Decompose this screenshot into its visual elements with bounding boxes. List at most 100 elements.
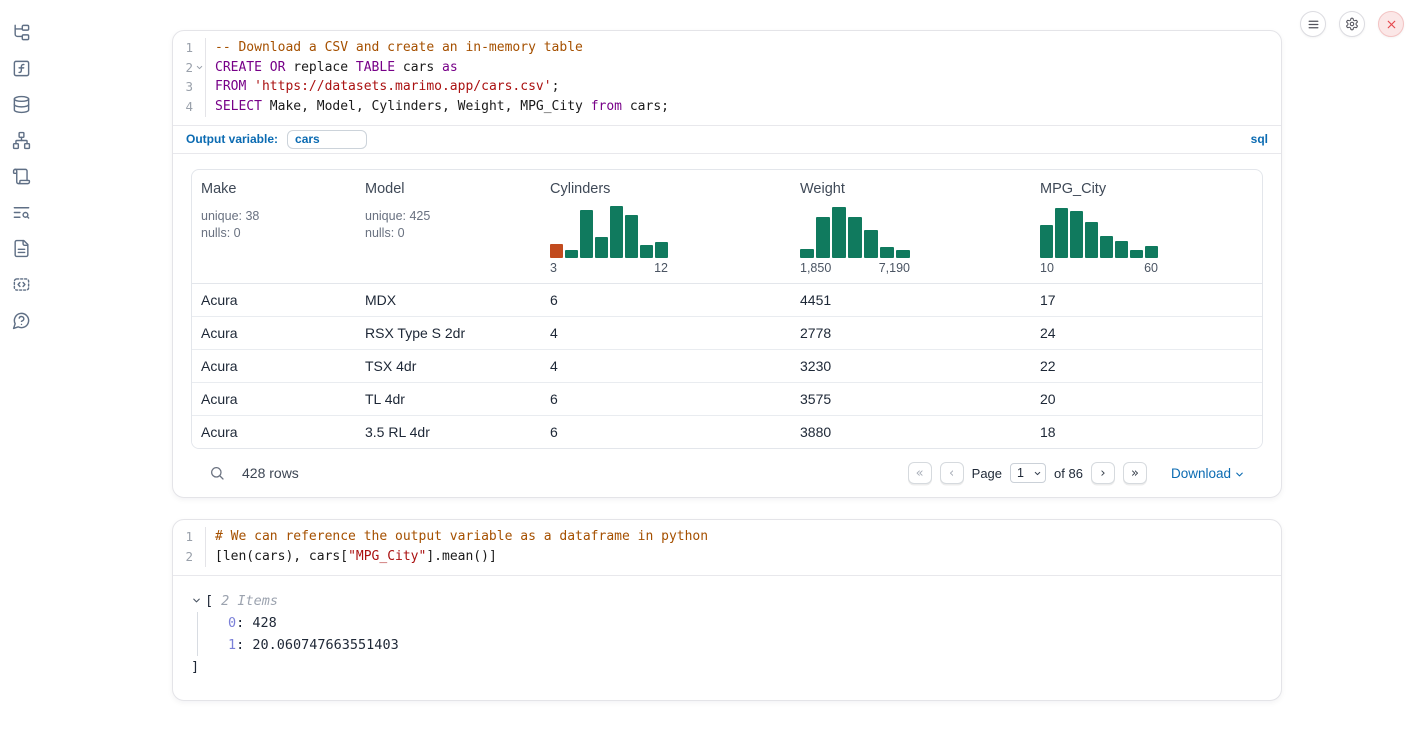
tree-entry-key: 1 [228,637,236,653]
download-button[interactable]: Download [1171,466,1245,481]
histogram-bar [1100,236,1113,258]
previous-page-button[interactable]: ‹ [940,462,964,484]
histogram-bar [610,206,623,258]
line-number-gutter: 1 [173,527,206,547]
table-row[interactable]: Acura3.5 RL 4dr6388018 [192,415,1262,448]
table-cell: Acura [192,382,356,415]
histogram-bar [565,250,578,258]
histogram-bar [800,249,814,258]
download-label: Download [1171,466,1231,481]
fold-chevron-icon[interactable] [193,63,205,72]
data-table-card: Make unique: 38nulls: 0Modelunique: 425nu… [191,169,1263,450]
tree-entry-value: : 428 [236,615,277,631]
table-cell: Acura [192,349,356,382]
settings-button[interactable] [1339,11,1365,37]
next-page-button[interactable]: › [1091,462,1115,484]
output-variable-bar: Output variable: sql [173,125,1281,154]
histogram-bar [880,247,894,258]
scroll-icon[interactable] [11,166,31,186]
code-line: 2[len(cars), cars["MPG_City"].mean()] [173,547,1281,567]
table-cell: 17 [1031,283,1262,316]
table-row[interactable]: AcuraTL 4dr6357520 [192,382,1262,415]
search-button[interactable] [209,465,225,481]
table-output: Make unique: 38nulls: 0Modelunique: 425nu… [173,154,1281,498]
column-header[interactable]: Make unique: 38nulls: 0 [192,170,356,284]
output-variable-label: Output variable: [186,132,278,146]
table-cell: TL 4dr [356,382,541,415]
python-cell: 1# We can reference the output variable … [172,519,1282,700]
line-number-gutter: 2 [173,547,206,567]
histogram-axis: 1060 [1040,261,1158,275]
column-header[interactable]: Cylinders 312 [541,170,791,284]
histogram-bar [550,244,563,258]
histogram-bar [640,245,653,258]
chevron-down-icon [1234,469,1245,480]
table-cell: 3230 [791,349,1031,382]
table-cell: 24 [1031,316,1262,349]
histogram-bar [580,210,593,258]
table-cell: 3.5 RL 4dr [356,415,541,448]
histogram-bar [864,230,878,258]
tree-entry-value: : 20.060747663551403 [236,637,399,653]
menu-button[interactable] [1300,11,1326,37]
table-cell: RSX Type S 2dr [356,316,541,349]
histogram-bar [1055,208,1068,258]
table-cell: 6 [541,415,791,448]
histogram-bar [1115,241,1128,258]
tree-body: 0: 4281: 20.060747663551403 [197,612,1263,656]
table-row[interactable]: AcuraMDX6445117 [192,283,1262,316]
network-icon[interactable] [11,130,31,150]
column-stats: unique: 38nulls: 0 [201,208,348,242]
table-cell: 6 [541,283,791,316]
text-search-icon[interactable] [11,202,31,222]
table-cell: 3575 [791,382,1031,415]
table-cell: MDX [356,283,541,316]
row-count: 428 rows [242,465,299,481]
histogram-bar [595,237,608,258]
page-label: Page [972,466,1002,481]
page-select[interactable]: 1 [1010,463,1046,483]
function-square-icon[interactable] [11,58,31,78]
histogram-bar [1085,222,1098,258]
search-icon [209,465,225,481]
line-number-gutter: 2 [173,58,206,78]
line-number-gutter: 4 [173,97,206,117]
code-line: 2CREATE OR replace TABLE cars as [173,58,1281,78]
output-variable-input[interactable] [287,130,367,149]
table-cell: 4 [541,316,791,349]
column-header[interactable]: Weight1,8507,190 [791,170,1031,284]
code-line: 1# We can reference the output variable … [173,527,1281,547]
table-row[interactable]: AcuraTSX 4dr4323022 [192,349,1262,382]
table-row[interactable]: AcuraRSX Type S 2dr4277824 [192,316,1262,349]
gear-icon [1345,17,1359,31]
column-label: Cylinders [550,181,783,197]
shutdown-button[interactable] [1378,11,1404,37]
sql-code-editor[interactable]: 1-- Download a CSV and create an in-memo… [173,31,1281,125]
snippets-icon[interactable] [11,274,31,294]
python-code-editor[interactable]: 1# We can reference the output variable … [173,520,1281,575]
document-icon[interactable] [11,238,31,258]
tree-collapse-toggle[interactable] [191,595,205,606]
table-cell: 3880 [791,415,1031,448]
first-page-button[interactable]: « [908,462,932,484]
histogram-bar [816,217,830,258]
sql-cell: 1-- Download a CSV and create an in-memo… [172,30,1282,498]
help-circle-icon[interactable] [11,310,31,330]
histogram-bar [1070,211,1083,258]
tree-entry-key: 0 [228,615,236,631]
close-icon [1385,18,1398,31]
column-label: Make [201,181,348,197]
column-histogram: 312 [550,206,783,275]
window-actions [1300,11,1404,37]
column-header[interactable]: Modelunique: 425nulls: 0 [356,170,541,284]
column-histogram: 1060 [1040,206,1254,275]
helper-panel-rail [11,22,31,330]
last-page-button[interactable]: » [1123,462,1147,484]
code-line: 4SELECT Make, Model, Cylinders, Weight, … [173,97,1281,117]
database-icon[interactable] [11,94,31,114]
column-header[interactable]: MPG_City1060 [1031,170,1262,284]
file-tree-icon[interactable] [11,22,31,42]
column-label: Weight [800,181,1023,197]
table-cell: 4451 [791,283,1031,316]
table-cell: 20 [1031,382,1262,415]
